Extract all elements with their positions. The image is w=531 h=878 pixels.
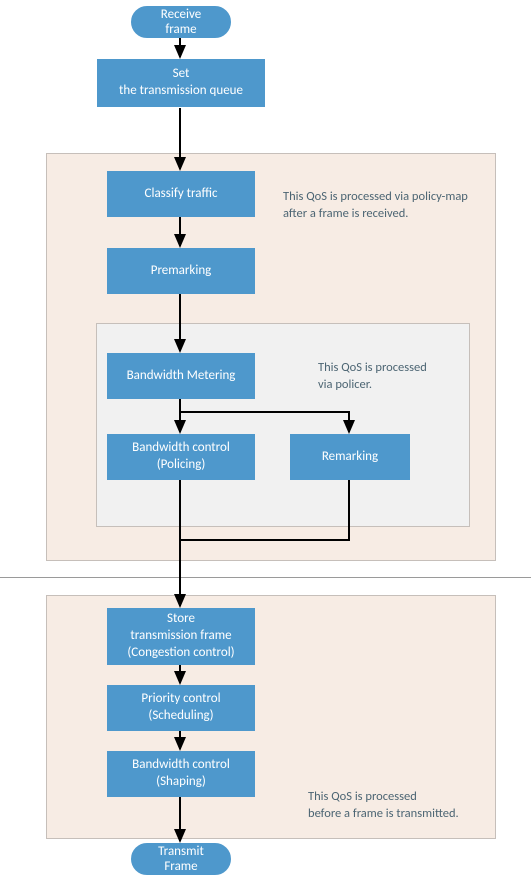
text: This QoS is processed via policy-map aft…	[283, 189, 468, 221]
section-divider	[0, 577, 531, 578]
node-set-transmission-queue: Set the transmission queue	[97, 59, 265, 107]
node-bandwidth-control-shaping: Bandwidth control (Shaping)	[107, 751, 255, 797]
label: Premarking	[151, 263, 212, 280]
node-transmit-frame: Transmit Frame	[131, 843, 231, 875]
node-bandwidth-metering: Bandwidth Metering	[107, 353, 255, 399]
label: Classify traffic	[145, 186, 218, 203]
text: This QoS is processed via policer.	[318, 360, 427, 392]
label: Store transmission frame (Congestion con…	[127, 611, 234, 662]
label: Priority control (Scheduling)	[141, 691, 220, 725]
label: Receive frame	[148, 7, 214, 37]
note-policy-map: This QoS is processed via policy-map aft…	[283, 172, 468, 223]
node-priority-control-scheduling: Priority control (Scheduling)	[107, 685, 255, 731]
label: Remarking	[322, 449, 378, 466]
node-remarking: Remarking	[290, 434, 410, 480]
text: This QoS is processed before a frame is …	[308, 789, 459, 821]
label: Bandwidth control (Shaping)	[132, 757, 230, 791]
node-store-transmission-frame: Store transmission frame (Congestion con…	[107, 608, 255, 665]
node-receive-frame: Receive frame	[131, 6, 231, 38]
node-premarking: Premarking	[107, 248, 255, 294]
qos-flowchart: Receive frame Set the transmission queue…	[0, 0, 531, 878]
label: Set the transmission queue	[119, 66, 243, 100]
note-policer: This QoS is processed via policer.	[318, 343, 427, 394]
label: Bandwidth control (Policing)	[132, 440, 230, 474]
label: Transmit Frame	[148, 844, 214, 874]
node-classify-traffic: Classify traffic	[107, 171, 255, 217]
note-before-transmit: This QoS is processed before a frame is …	[308, 772, 459, 823]
node-bandwidth-control-policing: Bandwidth control (Policing)	[107, 434, 255, 480]
label: Bandwidth Metering	[127, 368, 236, 385]
